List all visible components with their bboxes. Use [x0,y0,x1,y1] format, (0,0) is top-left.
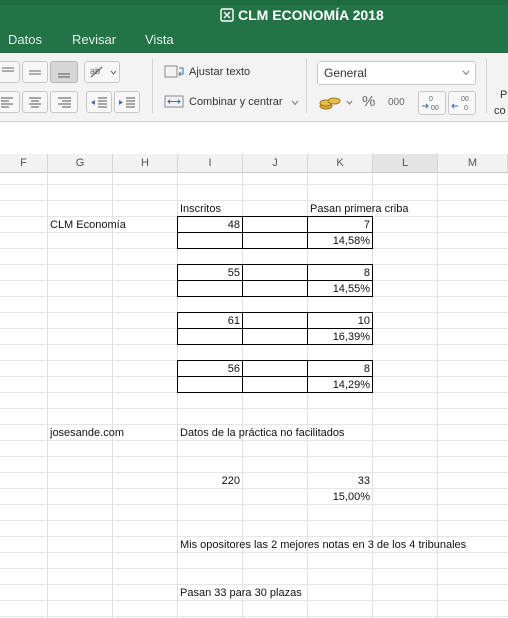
align-right-icon [58,97,71,108]
cell-pasan-header[interactable]: Pasan primera criba [310,201,408,217]
column-header-l[interactable]: L [373,154,438,172]
tab-vista[interactable]: Vista [145,32,174,47]
cell-inscritos-3[interactable]: 61 [178,313,243,329]
row-gridline [0,200,508,201]
align-left-icon [1,97,13,108]
decrease-decimal-icon: 00 0 [451,96,469,112]
tab-revisar[interactable]: Revisar [72,32,116,47]
cell-pct-4[interactable]: 14,29% [308,377,373,393]
cell-pasan-4[interactable]: 8 [308,361,373,377]
row-gridline [0,408,508,409]
increase-indent-icon [119,97,135,108]
column-header-row: F G H I J K L M [0,154,508,173]
ribbon-separator [486,59,487,113]
svg-text:0: 0 [464,105,468,112]
cell-inscritos-header[interactable]: Inscritos [180,201,221,217]
increase-indent-button[interactable] [114,91,140,113]
decrease-indent-button[interactable] [86,91,112,113]
cell-pct-2[interactable]: 14,55% [308,281,373,297]
align-center-button[interactable] [22,91,48,113]
row-gridline [0,456,508,457]
cut-off-ribbon-label[interactable]: P [500,89,507,101]
wrap-text-button[interactable]: Ajustar texto [189,66,250,78]
align-middle-button[interactable] [22,61,48,83]
column-header-m[interactable]: M [438,154,508,172]
cut-off-ribbon-label-2[interactable]: co [494,105,506,117]
column-header-f[interactable]: F [0,154,48,172]
row-gridline [0,472,508,473]
svg-text:00: 00 [431,105,439,112]
ribbon-separator [306,59,307,113]
cell-inscritos-4[interactable]: 56 [178,361,243,377]
thousands-separator-button[interactable]: 000 [388,97,405,108]
title-bar-strip [0,0,508,5]
merge-center-icon [164,95,184,108]
ribbon: ab Ajustar texto Combinar y centrar Gene… [0,53,508,122]
cell-note-places[interactable]: Pasan 33 para 30 plazas [180,585,302,601]
cell-note-opponents[interactable]: Mis opositores las 2 mejores notas en 3 … [180,537,466,553]
title-bar: CLM ECONOMÍA 2018 [0,0,508,27]
excel-document-icon [220,8,234,22]
align-top-button[interactable] [0,61,20,83]
merge-center-button[interactable]: Combinar y centrar [189,96,283,108]
increase-decimal-icon: 0 00 [422,96,439,112]
number-format-value: General [324,66,367,80]
percent-style-button[interactable]: % [362,93,375,110]
row-gridline [0,184,508,185]
number-format-select[interactable]: General [317,61,476,85]
cell-site-label[interactable]: josesande.com [50,425,124,441]
align-top-icon [2,67,14,72]
align-middle-icon [29,70,41,75]
align-bottom-icon [58,73,70,78]
cell-note-missing[interactable]: Datos de la práctica no facilitados [180,425,344,441]
column-header-i[interactable]: I [178,154,243,172]
svg-text:00: 00 [461,96,469,103]
decrease-decimal-button[interactable]: 00 0 [448,91,476,115]
tab-datos[interactable]: Datos [8,32,42,47]
align-center-icon [29,97,41,108]
ribbon-separator [152,59,153,113]
chevron-down-icon [462,70,470,76]
cell-inscritos-1[interactable]: 48 [178,217,243,233]
cell-pct-3[interactable]: 16,39% [308,329,373,345]
column-header-h[interactable]: H [113,154,178,172]
accounting-format-button[interactable] [317,92,355,114]
cell-clm-label[interactable]: CLM Economía [50,217,126,233]
decrease-indent-icon [91,97,107,108]
formula-bar[interactable] [0,122,508,155]
row-gridline [0,504,508,505]
cell-pasan-1[interactable]: 7 [308,217,373,233]
column-header-k[interactable]: K [308,154,373,172]
column-header-g[interactable]: G [48,154,113,172]
align-left-button[interactable] [0,91,20,113]
align-right-button[interactable] [50,91,78,113]
window-title: CLM ECONOMÍA 2018 [238,7,384,23]
column-header-j[interactable]: J [243,154,308,172]
merge-dropdown-icon[interactable] [291,100,299,106]
cell-pct-1[interactable]: 14,58% [308,233,373,249]
orientation-button[interactable]: ab [84,61,120,83]
coins-icon [319,97,353,110]
cell-total-pasan[interactable]: 33 [308,473,373,489]
align-bottom-button[interactable] [50,61,78,83]
cell-pasan-3[interactable]: 10 [308,313,373,329]
row-gridline [0,568,508,569]
row-gridline [0,488,508,489]
spreadsheet-grid[interactable]: Inscritos Pasan primera criba CLM Econom… [0,172,508,618]
ribbon-tab-bar: Datos Revisar Vista [0,27,508,53]
svg-text:0: 0 [429,96,433,103]
cell-pasan-2[interactable]: 8 [308,265,373,281]
svg-text:ab: ab [90,66,100,76]
increase-decimal-button[interactable]: 0 00 [418,91,446,115]
row-gridline [0,520,508,521]
text-orientation-icon: ab [90,66,117,78]
cell-total-inscritos[interactable]: 220 [178,473,243,489]
cell-inscritos-2[interactable]: 55 [178,265,243,281]
row-gridline [0,616,508,617]
cell-total-pct[interactable]: 15,00% [308,489,373,505]
wrap-text-icon [164,65,184,78]
